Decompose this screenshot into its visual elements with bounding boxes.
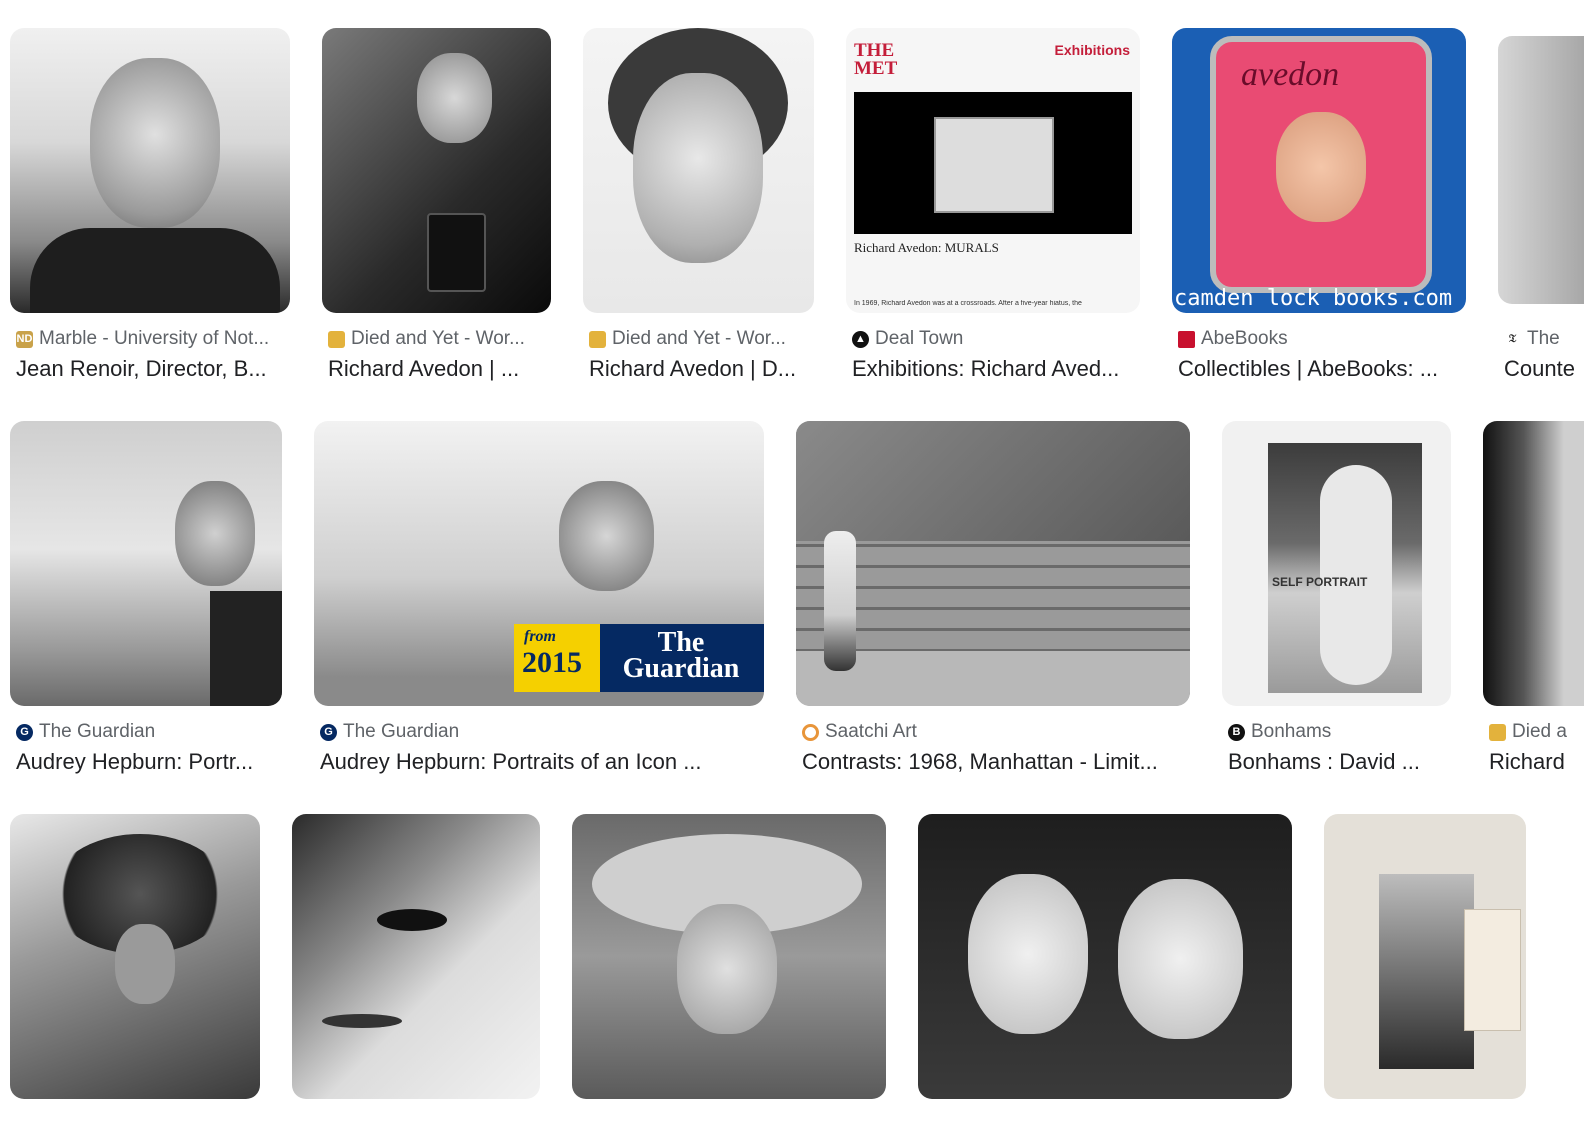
source-label: The [1527,328,1560,349]
met-body: In 1969, Richard Avedon was at a crossro… [854,300,1082,307]
portrait-face [633,73,763,263]
result-thumbnail[interactable] [10,814,260,1099]
guardian-name-box: The Guardian [600,624,764,692]
result-thumbnail[interactable] [1324,814,1526,1099]
result-thumbnail[interactable]: from 2015 The Guardian [314,421,764,706]
result-thumbnail[interactable] [572,814,886,1099]
result-source: G The Guardian [16,721,282,743]
camera-icon [427,213,486,292]
result-source: Died a [1489,721,1584,743]
saatchi-icon [802,723,819,741]
deal-town-icon: ▲ [852,330,869,348]
result-thumbnail[interactable] [10,28,290,313]
result-title[interactable]: Bonhams : David ... [1228,749,1451,775]
result-thumbnail[interactable] [918,814,1292,1099]
portrait-body [210,591,282,706]
result-source: 𝔗 The [1504,328,1584,350]
headscarf-right [1118,879,1243,1039]
self-portrait-text: SELF PORTRAIT [1272,575,1368,589]
result-title[interactable]: Jean Renoir, Director, B... [16,356,292,382]
portrait-face [115,924,175,1004]
result-source: Died and Yet - Wor... [589,328,814,350]
result-thumbnail[interactable]: avedon camden lock books.com [1172,28,1466,313]
result-title[interactable]: Richard [1489,749,1584,775]
source-label: The Guardian [343,721,460,742]
result-source: Saatchi Art [802,721,1190,743]
guardian-icon: G [320,723,337,741]
result-title[interactable]: Collectibles | AbeBooks: ... [1178,356,1466,382]
nyt-icon: 𝔗 [1504,330,1521,348]
guardian-year: 2015 [522,646,582,679]
result-title[interactable]: Richard Avedon | ... [328,356,551,382]
headscarf-left [968,874,1088,1034]
magazine-cover: avedon [1210,36,1432,293]
result-title[interactable]: Exhibitions: Richard Aved... [852,356,1140,382]
result-title[interactable]: Audrey Hepburn: Portr... [16,749,282,775]
abebooks-icon [1178,330,1195,348]
source-label: The Guardian [39,721,156,742]
result-thumbnail[interactable] [583,28,814,313]
guardian-from: from [524,628,556,645]
walking-figure [824,531,856,671]
avedon-script: avedon [1241,56,1340,93]
print-artwork: SELF PORTRAIT [1268,443,1422,693]
result-thumbnail[interactable] [322,28,551,313]
portrait-shoulders [30,228,280,313]
portrait-face [677,904,777,1034]
portrait-head [559,481,654,591]
result-thumbnail[interactable] [1498,36,1584,304]
met-exhibitions-label: Exhibitions [1054,42,1130,58]
book-photo [1379,874,1474,1069]
met-logo: THE MET [854,40,898,79]
portrait-face [417,53,492,143]
source-label: Died and Yet - Wor... [351,328,525,349]
guardian-icon: G [16,723,33,741]
result-title[interactable]: Audrey Hepburn: Portraits of an Icon ... [320,749,764,775]
result-thumbnail[interactable] [796,421,1190,706]
met-banner [854,92,1132,234]
source-label: Bonhams [1251,721,1332,742]
portrait-face [90,58,220,228]
notre-dame-icon: ND [16,330,33,348]
stone-wall [796,421,1190,541]
result-thumbnail[interactable]: THE MET Exhibitions Richard Avedon: MURA… [846,28,1140,313]
died-and-yet-icon [589,330,606,348]
result-thumbnail[interactable] [1483,421,1584,706]
result-source: AbeBooks [1178,328,1466,350]
guardian-name: The Guardian [622,627,740,684]
result-thumbnail[interactable] [292,814,540,1099]
result-source: Died and Yet - Wor... [328,328,551,350]
signed-note [1464,909,1521,1031]
mural-image [934,117,1054,213]
camden-text: camden lock books.com [1174,286,1453,311]
result-source: ▲ Deal Town [852,328,1140,350]
result-title[interactable]: Richard Avedon | D... [589,356,814,382]
result-title[interactable]: Counte [1504,356,1584,382]
died-and-yet-icon [1489,723,1506,741]
guardian-year-box: from 2015 [514,624,600,692]
died-and-yet-icon [328,330,345,348]
source-label: Died and Yet - Wor... [612,328,786,349]
source-label: Marble - University of Not... [39,328,270,349]
portrait-head [175,481,255,586]
cover-face [1276,112,1366,222]
lips-shape [322,1014,402,1028]
result-source: G The Guardian [320,721,764,743]
source-label: Deal Town [875,328,964,349]
result-thumbnail[interactable]: SELF PORTRAIT [1222,421,1451,706]
result-title[interactable]: Contrasts: 1968, Manhattan - Limit... [802,749,1190,775]
source-label: Saatchi Art [825,721,917,742]
result-source: ND Marble - University of Not... [16,328,292,350]
result-source: B Bonhams [1228,721,1451,743]
met-caption: Richard Avedon: MURALS [854,240,999,255]
source-label: AbeBooks [1201,328,1288,349]
source-label: Died a [1512,721,1567,742]
eye-shape [377,909,447,931]
result-thumbnail[interactable] [10,421,282,706]
bonhams-icon: B [1228,723,1245,741]
